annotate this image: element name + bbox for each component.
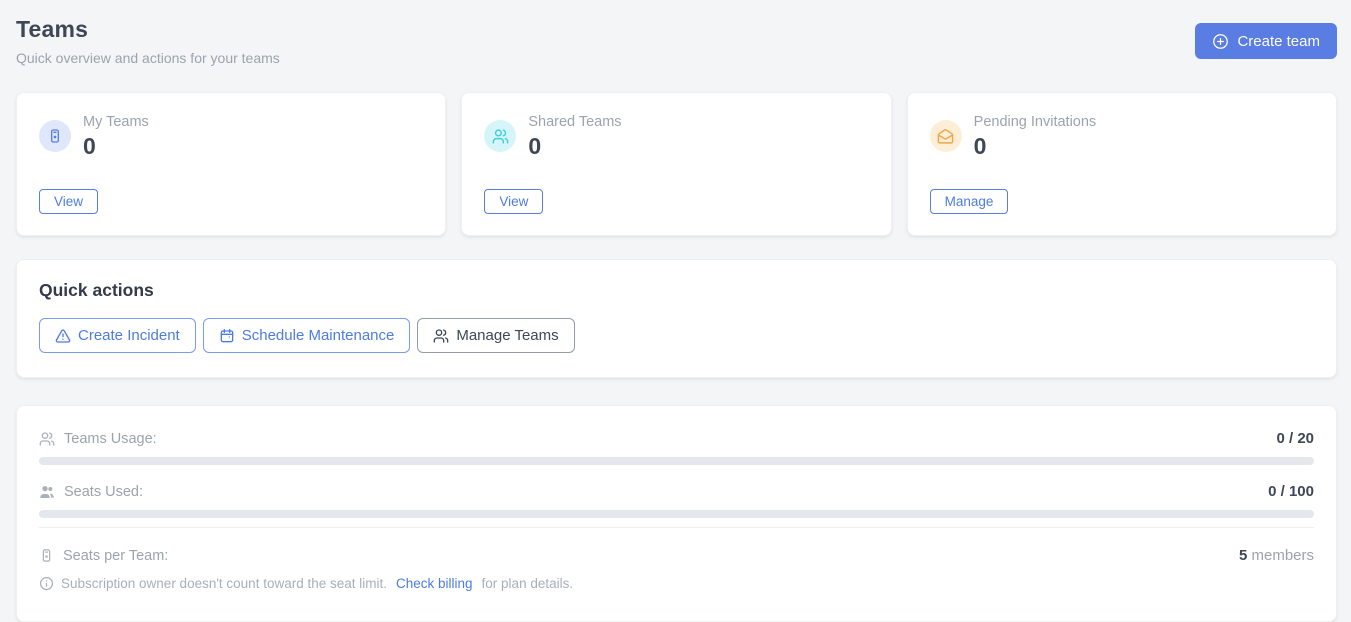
teams-usage-value: 0 / 20	[1276, 430, 1314, 447]
page-header: Teams Quick overview and actions for you…	[16, 16, 1337, 66]
id-badge-icon	[39, 120, 71, 152]
users-icon	[433, 328, 449, 344]
quick-actions-card: Quick actions Create Incident Schedule M…	[16, 259, 1337, 378]
note-text: Subscription owner doesn't count toward …	[61, 576, 387, 591]
create-incident-button[interactable]: Create Incident	[39, 318, 196, 353]
seat-limit-note: Subscription owner doesn't count toward …	[39, 576, 573, 591]
alert-triangle-icon	[55, 328, 71, 344]
stat-value: 0	[83, 133, 149, 160]
my-teams-view-button[interactable]: View	[39, 189, 98, 214]
pending-invitations-card: Pending Invitations 0 Manage	[907, 92, 1337, 236]
create-team-label: Create team	[1237, 33, 1320, 50]
note-text-after: for plan details.	[482, 576, 574, 591]
info-icon	[39, 576, 54, 591]
seats-per-team-value: 5 members	[1239, 547, 1314, 564]
teams-usage-label-row: Teams Usage:	[39, 431, 157, 447]
plus-circle-icon	[1212, 33, 1229, 50]
users-filled-icon	[39, 484, 55, 500]
manage-teams-label: Manage Teams	[456, 327, 558, 344]
page-subtitle: Quick overview and actions for your team…	[16, 50, 280, 66]
mail-open-icon	[930, 120, 962, 152]
seats-used-label-row: Seats Used:	[39, 484, 143, 500]
schedule-maintenance-button[interactable]: Schedule Maintenance	[203, 318, 411, 353]
pending-invitations-manage-button[interactable]: Manage	[930, 189, 1009, 214]
seats-used-progressbar	[39, 510, 1314, 518]
id-badge-icon	[39, 548, 54, 563]
stat-cards-row: My Teams 0 View Shared Teams 0 View Pend…	[16, 92, 1337, 236]
quick-actions-title: Quick actions	[39, 280, 1314, 301]
usage-card: Teams Usage: 0 / 20 Seats Used: 0 / 100 …	[16, 405, 1337, 622]
schedule-maintenance-label: Schedule Maintenance	[242, 327, 395, 344]
my-teams-card: My Teams 0 View	[16, 92, 446, 236]
users-icon	[39, 431, 55, 447]
teams-usage-label: Teams Usage:	[64, 431, 157, 447]
create-team-button[interactable]: Create team	[1195, 23, 1337, 59]
page-title: Teams	[16, 16, 280, 43]
teams-usage-progressbar	[39, 457, 1314, 465]
seats-per-team-number: 5	[1239, 547, 1247, 564]
stat-label: My Teams	[83, 114, 149, 130]
shared-teams-card: Shared Teams 0 View	[461, 92, 891, 236]
create-incident-label: Create Incident	[78, 327, 180, 344]
manage-teams-button[interactable]: Manage Teams	[417, 318, 574, 353]
stat-label: Pending Invitations	[974, 114, 1097, 130]
check-billing-link[interactable]: Check billing	[396, 576, 473, 591]
seats-per-team-label-row: Seats per Team:	[39, 548, 168, 564]
calendar-icon	[219, 328, 235, 344]
stat-value: 0	[528, 133, 621, 160]
seats-per-team-label: Seats per Team:	[63, 548, 168, 564]
seats-per-team-unit: members	[1251, 547, 1314, 564]
stat-label: Shared Teams	[528, 114, 621, 130]
shared-teams-view-button[interactable]: View	[484, 189, 543, 214]
seats-used-value: 0 / 100	[1268, 483, 1314, 500]
stat-value: 0	[974, 133, 1097, 160]
users-icon	[484, 120, 516, 152]
seats-used-label: Seats Used:	[64, 484, 143, 500]
